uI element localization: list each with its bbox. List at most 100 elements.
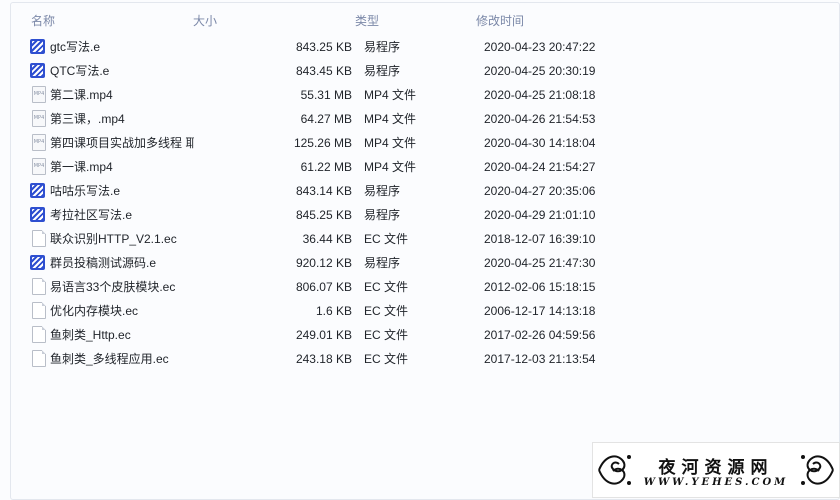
column-header-date[interactable]: 修改时间 (476, 12, 524, 29)
file-type: MP4 文件 (364, 88, 417, 102)
file-modified-date: 2020-04-25 21:08:18 (484, 88, 596, 102)
file-modified-date: 2012-02-06 15:18:15 (484, 280, 596, 294)
file-row[interactable]: 咕咕乐写法.e 843.14 KB 易程序 2020-04-27 20:35:06 (0, 179, 610, 203)
file-row[interactable]: 群员投稿测试源码.e 920.12 KB 易程序 2020-04-25 21:47:3… (0, 251, 610, 275)
file-icon-cell: MP4 (30, 110, 46, 127)
column-header: 名称 大小 类型 修改时间 (0, 0, 840, 34)
file-row[interactable]: gtc写法.e 843.25 KB 易程序 2020-04-23 20:47:22 (0, 35, 610, 59)
file-size: 36.44 KB (302, 232, 352, 246)
file-name: 考拉社区写法.e (50, 208, 133, 222)
file-type: EC 文件 (364, 328, 409, 342)
ec-file-icon (32, 230, 46, 247)
file-icon-cell (30, 278, 46, 295)
watermark-logo: 夜河资源网 WWW.YEHES.COM (592, 442, 840, 498)
file-name: 第一课.mp4 (50, 160, 113, 174)
file-size: 845.25 KB (295, 208, 352, 222)
file-row[interactable]: MP4 第一课.mp4 61.22 MB MP4 文件 2020-04-24 21:54… (0, 155, 610, 179)
e-program-icon (30, 207, 45, 222)
column-header-name[interactable]: 名称 (31, 12, 55, 29)
file-name: 群员投稿测试源码.e (50, 256, 157, 270)
mp4-file-icon: MP4 (32, 158, 46, 175)
ec-file-icon (32, 326, 46, 343)
file-name: QTC写法.e (50, 64, 110, 78)
file-row[interactable]: MP4 第四课项目实战加多线程 耶 125.26 MB MP4 文件 2020-04-3… (0, 131, 610, 155)
file-icon-cell: MP4 (30, 86, 46, 103)
watermark-title: 夜河资源网 (658, 458, 774, 478)
file-row[interactable]: MP4 第二课.mp4 55.31 MB MP4 文件 2020-04-25 21:08… (0, 83, 610, 107)
file-name: 第三课，.mp4 (50, 112, 125, 126)
file-size: 61.22 MB (300, 160, 352, 174)
file-size: 249.01 KB (295, 328, 352, 342)
file-row[interactable]: 联众识别HTTP_V2.1.ec 36.44 KB EC 文件 2018-12-07 … (0, 227, 610, 251)
file-type: EC 文件 (364, 304, 409, 318)
file-name: 第二课.mp4 (50, 88, 113, 102)
file-icon-cell (30, 62, 46, 79)
e-program-icon (30, 183, 45, 198)
e-program-icon (30, 39, 45, 54)
mp4-file-icon: MP4 (32, 134, 46, 151)
file-type: EC 文件 (364, 232, 409, 246)
mp4-icon-label: MP4 (33, 115, 45, 121)
flourish-left-icon (598, 455, 631, 485)
mp4-icon-label: MP4 (33, 139, 45, 145)
file-row[interactable]: 鱼刺类_Http.ec 249.01 KB EC 文件 2017-02-26 04:5… (0, 323, 610, 347)
file-size: 920.12 KB (295, 256, 352, 270)
file-modified-date: 2020-04-25 21:47:30 (484, 256, 596, 270)
file-modified-date: 2020-04-27 20:35:06 (484, 184, 596, 198)
ec-file-icon (32, 278, 46, 295)
file-icon-cell (30, 38, 46, 55)
file-size: 243.18 KB (295, 352, 352, 366)
file-row[interactable]: 鱼刺类_多线程应用.ec 243.18 KB EC 文件 2017-12-03 21:… (0, 347, 610, 371)
file-name: 优化内存模块.ec (50, 304, 139, 318)
file-name: 易语言33个皮肤模块.ec (50, 280, 176, 294)
file-icon-cell (30, 350, 46, 367)
file-modified-date: 2020-04-25 20:30:19 (484, 64, 596, 78)
file-modified-date: 2018-12-07 16:39:10 (484, 232, 596, 246)
flourish-right-icon (801, 455, 834, 485)
mp4-file-icon: MP4 (32, 86, 46, 103)
file-name: 联众识别HTTP_V2.1.ec (50, 232, 177, 246)
file-modified-date: 2017-02-26 04:59:56 (484, 328, 596, 342)
file-type: EC 文件 (364, 352, 409, 366)
file-type: MP4 文件 (364, 112, 417, 126)
file-type: 易程序 (364, 208, 401, 222)
file-icon-cell (30, 182, 46, 199)
file-icon-cell (30, 326, 46, 343)
file-size: 806.07 KB (295, 280, 352, 294)
file-type: 易程序 (364, 256, 401, 270)
file-type: MP4 文件 (364, 136, 417, 150)
file-size: 55.31 MB (300, 88, 352, 102)
file-size: 843.25 KB (295, 40, 352, 54)
file-modified-date: 2006-12-17 14:13:18 (484, 304, 596, 318)
file-icon-cell (30, 206, 46, 223)
file-name: 鱼刺类_多线程应用.ec (50, 352, 169, 366)
file-icon-cell: MP4 (30, 158, 46, 175)
file-row[interactable]: MP4 第三课，.mp4 64.27 MB MP4 文件 2020-04-26 21:5… (0, 107, 610, 131)
file-modified-date: 2020-04-26 21:54:53 (484, 112, 596, 126)
file-row[interactable]: 考拉社区写法.e 845.25 KB 易程序 2020-04-29 21:01:10 (0, 203, 610, 227)
file-size: 843.45 KB (295, 64, 352, 78)
file-size: 125.26 MB (293, 136, 352, 150)
file-modified-date: 2020-04-30 14:18:04 (484, 136, 596, 150)
mp4-icon-label: MP4 (33, 91, 45, 97)
column-header-type[interactable]: 类型 (355, 12, 379, 29)
file-icon-cell (30, 230, 46, 247)
file-modified-date: 2020-04-23 20:47:22 (484, 40, 596, 54)
column-header-size[interactable]: 大小 (193, 12, 217, 29)
file-row[interactable]: QTC写法.e 843.45 KB 易程序 2020-04-25 20:30:19 (0, 59, 610, 83)
file-row[interactable]: 易语言33个皮肤模块.ec 806.07 KB EC 文件 2012-02-06 15… (0, 275, 610, 299)
e-program-icon (30, 63, 45, 78)
file-type: EC 文件 (364, 280, 409, 294)
file-type: 易程序 (364, 64, 401, 78)
file-name: 鱼刺类_Http.ec (50, 328, 131, 342)
file-row[interactable]: 优化内存模块.ec 1.6 KB EC 文件 2006-12-17 14:13:18 (0, 299, 610, 323)
file-icon-cell (30, 254, 46, 271)
mp4-icon-label: MP4 (33, 163, 45, 169)
file-type: 易程序 (364, 40, 401, 54)
file-icon-cell (30, 302, 46, 319)
watermark-url: WWW.YEHES.COM (643, 477, 789, 488)
file-icon-cell: MP4 (30, 134, 46, 151)
file-size: 1.6 KB (315, 304, 352, 318)
file-modified-date: 2017-12-03 21:13:54 (484, 352, 596, 366)
file-modified-date: 2020-04-24 21:54:27 (484, 160, 596, 174)
